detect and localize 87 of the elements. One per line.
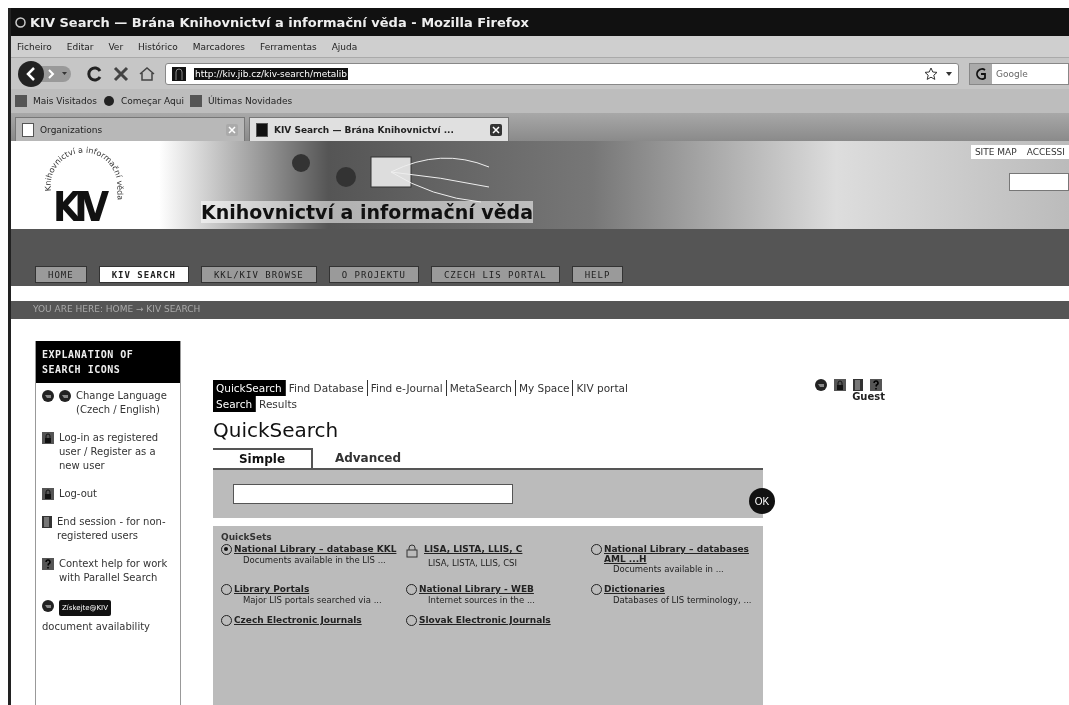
user-name: Guest [852, 391, 885, 402]
nav-tab[interactable]: HOME [35, 266, 87, 283]
reload-icon[interactable] [87, 65, 103, 82]
firefox-icon [15, 16, 26, 28]
menu-item[interactable]: Marcadores [192, 41, 245, 52]
circle-icon [42, 600, 54, 612]
quickset-description: Documents available in ... [612, 564, 725, 574]
quicksets-title: QuickSets [221, 532, 273, 542]
icon-explanation: Log-out [59, 487, 99, 501]
quickset-description: Databases of LIS terminology, ... [612, 595, 753, 605]
sidebar-title: EXPLANATION OF SEARCH ICONS [36, 341, 180, 383]
quickset-link[interactable]: Dictionaries [604, 584, 753, 594]
padlock-icon [406, 544, 418, 558]
bookmark-link[interactable]: Últimas Novidades [208, 96, 293, 106]
app-nav-link[interactable]: KIV portal [572, 380, 631, 396]
app-nav-link[interactable]: QuickSearch [213, 380, 285, 396]
search-tab[interactable]: Advanced [313, 448, 423, 468]
quickset-description: LISA, LISTA, LLIS, CSI [427, 558, 519, 568]
browser-tab[interactable]: KIV Search — Brána Knihovnictví ... [249, 117, 509, 141]
nav-tab[interactable]: KKL/KIV BROWSE [200, 266, 317, 283]
top-link[interactable]: ACCESSI [1026, 147, 1065, 157]
window-title: KIV Search — Brána Knihovnictví a informační věda - Mozilla Firefox [30, 14, 529, 30]
address-field[interactable]: http://kiv.jib.cz/kiv-search/metalib [165, 62, 959, 85]
banner-title: Knihovnictví a informační věda [201, 201, 534, 223]
icon-explanation: document availability [42, 620, 151, 634]
door-icon[interactable] [853, 379, 863, 391]
app-nav-link[interactable]: Find e-Journal [366, 380, 446, 396]
bookmark-icon [190, 95, 202, 107]
lock-icon[interactable] [834, 379, 846, 391]
quickset-link[interactable]: Czech Electronic Journals [234, 615, 398, 625]
icon-explanation: Change Language (Czech / English) [76, 389, 168, 417]
search-field[interactable]: Google [969, 62, 1069, 85]
nav-tab[interactable]: KIV SEARCH [98, 266, 189, 283]
quickset-link[interactable]: LISA, LISTA, LLIS, C [424, 544, 583, 554]
icon-explanation: Context help for work with Parallel Search [59, 557, 169, 585]
bookmark-link[interactable]: Mais Visitados [33, 96, 97, 106]
door-icon [42, 516, 52, 528]
help-icon[interactable] [870, 379, 882, 391]
app-nav-link[interactable]: Search [213, 396, 256, 412]
globe-icon[interactable] [815, 379, 827, 391]
bookmark-link[interactable]: Começar Aqui [120, 96, 184, 106]
quickset-link[interactable]: National Library - WEB [419, 584, 583, 594]
nav-tab[interactable]: O PROJEKTU [328, 266, 419, 283]
query-field[interactable] [233, 484, 513, 504]
quickset-description: Major LIS portals searched via ... [242, 595, 383, 605]
globe-icon [59, 390, 71, 402]
breadcrumb: YOU ARE HERE: HOME → KIV SEARCH [11, 301, 1069, 319]
nav-tab[interactable]: HELP [571, 266, 624, 283]
menu-item[interactable]: Ficheiro [17, 41, 52, 52]
menu-item[interactable]: Ver [108, 41, 124, 52]
quickset-description: Documents available in the LIS ... [242, 555, 387, 565]
icon-explanation: End session - for non-registered users [57, 515, 167, 543]
app-nav-link[interactable]: Find Database [284, 380, 367, 396]
nav-tab[interactable]: CZECH LIS PORTAL [430, 266, 560, 283]
menu-item[interactable]: Histórico [138, 41, 178, 52]
page-icon [22, 122, 34, 137]
home-icon[interactable] [139, 65, 155, 82]
browser-tab[interactable]: Organizations [15, 117, 245, 141]
site-search-field[interactable] [1009, 173, 1069, 191]
quickset-link[interactable]: National Library – database KKL [234, 544, 398, 554]
site-icon [256, 122, 268, 137]
app-nav-link[interactable]: My Space [514, 380, 573, 396]
page-heading: QuickSearch [213, 418, 340, 442]
ok-button[interactable]: OK [749, 488, 775, 514]
lock-icon [42, 432, 54, 444]
menu-item[interactable]: Editar [66, 41, 94, 52]
close-icon[interactable] [113, 65, 129, 82]
bookmark-icon [15, 95, 27, 107]
quickset-link[interactable]: Library Portals [234, 584, 398, 594]
site-icon [172, 66, 186, 81]
search-tab[interactable]: Simple [213, 448, 313, 468]
app-nav-link[interactable]: MetaSearch [445, 380, 515, 396]
quickset-description: Internet sources in the ... [427, 595, 537, 605]
quickset-link[interactable]: National Library – databases AML ...H [604, 544, 753, 564]
menu-item[interactable]: Ferramentas [259, 41, 317, 52]
close-icon[interactable] [490, 123, 502, 136]
icon-explanation: Log-in as registered user / Register as a new user [59, 431, 160, 473]
search-engine-icon[interactable] [970, 63, 992, 84]
app-nav-link[interactable]: Results [255, 396, 300, 412]
star-icon[interactable] [924, 66, 938, 81]
menu-item[interactable]: Ajuda [331, 41, 358, 52]
help-icon [42, 558, 54, 570]
top-link[interactable]: SITE MAP [974, 147, 1017, 157]
globe-icon [42, 390, 54, 402]
quickset-link[interactable]: Slovak Electronic Journals [419, 615, 583, 625]
dropdown-icon[interactable] [946, 71, 952, 76]
bookmark-icon [102, 95, 115, 107]
